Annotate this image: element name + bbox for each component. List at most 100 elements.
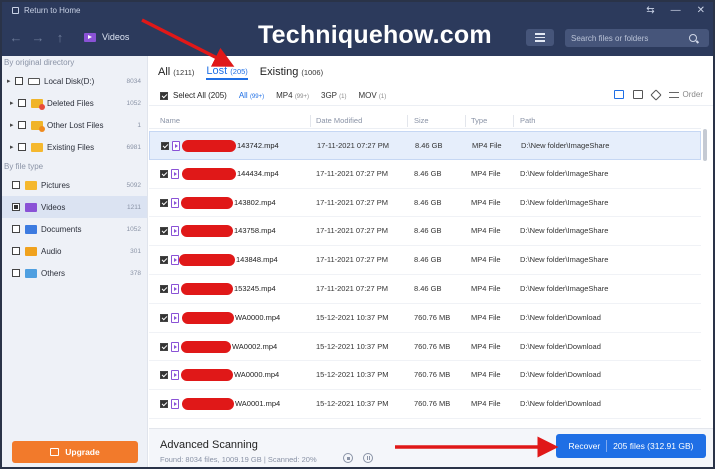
table-row[interactable]: 143848.mp4 17-11-2021 07:27 PM 8.46 GB MP4 … (149, 246, 701, 275)
up-arrow-icon[interactable]: ↑ (52, 30, 68, 45)
sidebar-item-local-disk[interactable]: ▸ Local Disk(D:) 8034 (2, 70, 147, 92)
checkbox[interactable] (12, 269, 20, 277)
breadcrumb[interactable]: Videos (102, 32, 129, 42)
filter-mov[interactable]: MOV (1) (358, 91, 386, 100)
row-checkbox[interactable] (160, 342, 168, 351)
table-row[interactable]: 143802.mp4 17-11-2021 07:27 PM 8.46 GB MP4 … (149, 189, 701, 218)
row-checkbox[interactable] (160, 400, 168, 409)
table-row[interactable]: WA0000.mp4 15-12-2021 10:37 PM 760.76 MB MP… (149, 304, 701, 333)
row-checkbox[interactable] (160, 198, 168, 207)
select-all-checkbox[interactable] (160, 91, 168, 100)
search-icon[interactable] (689, 34, 697, 42)
sidebar-item-documents[interactable]: Documents 1052 (2, 218, 147, 240)
forward-arrow-icon[interactable]: → (30, 30, 46, 45)
sidebar-item-videos[interactable]: Videos 1211 (2, 196, 147, 218)
expand-caret-icon[interactable]: ▸ (7, 77, 15, 85)
tab-lost[interactable]: Lost (205) (206, 65, 248, 80)
file-path: D:\New folder\ImageShare (520, 226, 609, 236)
file-path: D:\New folder\Download (520, 399, 601, 409)
file-name: 143742.mp4 (237, 141, 279, 150)
sidebar-item-others[interactable]: Others 378 (2, 262, 147, 284)
list-view-icon[interactable] (613, 90, 624, 99)
grid-view-icon[interactable] (632, 90, 643, 99)
file-size: 8.46 GB (414, 255, 442, 265)
column-name[interactable]: Name (160, 116, 180, 125)
recover-summary: 205 files (312.91 GB) (613, 441, 694, 451)
row-checkbox[interactable] (161, 142, 169, 150)
column-size[interactable]: Size (414, 116, 429, 125)
row-checkbox[interactable] (160, 227, 168, 236)
tab-existing[interactable]: Existing (1006) (260, 66, 323, 78)
sidebar-item-existing-files[interactable]: ▸ Existing Files 6981 (2, 136, 147, 158)
expand-caret-icon[interactable]: ▸ (10, 121, 18, 129)
filter-all[interactable]: All (99+) (239, 91, 264, 100)
scrollbar[interactable] (703, 129, 707, 161)
table-row[interactable]: WA0000.mp4 15-12-2021 10:37 PM 760.76 MB MP… (149, 361, 701, 391)
recover-button[interactable]: Recover 205 files (312.91 GB) (556, 434, 706, 458)
order-button[interactable]: Order (668, 90, 703, 99)
sidebar-item-count: 5092 (126, 181, 141, 189)
checkbox[interactable] (12, 247, 20, 255)
expand-caret-icon[interactable]: ▸ (10, 143, 18, 151)
advanced-scanning-title: Advanced Scanning (160, 439, 258, 451)
checkbox[interactable] (12, 225, 20, 233)
table-header: Name Date Modified Size Type Path (149, 113, 701, 129)
row-checkbox[interactable] (160, 169, 168, 178)
row-checkbox[interactable] (160, 371, 168, 380)
pause-scan-icon[interactable] (363, 453, 373, 463)
stop-scan-icon[interactable] (343, 453, 353, 463)
row-checkbox[interactable] (160, 256, 168, 265)
close-icon[interactable]: ✕ (697, 5, 705, 16)
file-name: 143802.mp4 (234, 197, 276, 207)
row-checkbox[interactable] (160, 313, 168, 322)
file-size: 8.46 GB (415, 141, 443, 150)
checkbox[interactable] (18, 121, 26, 129)
redaction-mark (179, 254, 235, 267)
menu-button[interactable] (526, 29, 554, 46)
sort-icon (668, 91, 679, 98)
sidebar-item-other-lost-files[interactable]: ▸ Other Lost Files 1 (2, 114, 147, 136)
sidebar-item-pictures[interactable]: Pictures 5092 (2, 174, 147, 196)
table-row[interactable]: WA0001.mp4 15-12-2021 10:37 PM 760.76 MB MP… (149, 390, 701, 419)
redaction-mark (182, 140, 236, 152)
select-all-label[interactable]: Select All (205) (173, 91, 227, 100)
checkbox[interactable] (12, 203, 20, 211)
row-checkbox[interactable] (160, 284, 168, 293)
upgrade-icon (50, 448, 60, 456)
expand-caret-icon[interactable]: ▸ (10, 99, 18, 107)
search-input[interactable] (571, 33, 689, 43)
file-list: 143742.mp4 17-11-2021 07:27 PM 8.46 GB MP4 … (149, 131, 701, 419)
redaction-mark (181, 369, 233, 382)
file-path: D:\New folder\ImageShare (520, 255, 609, 265)
filter-mp4[interactable]: MP4 (99+) (276, 91, 309, 100)
table-row[interactable]: 144434.mp4 17-11-2021 07:27 PM 8.46 GB MP4 … (149, 160, 701, 189)
minimize-icon[interactable]: — (671, 5, 681, 16)
file-name: 143758.mp4 (234, 226, 276, 236)
tab-all[interactable]: All (1211) (158, 66, 194, 78)
table-row[interactable]: 143742.mp4 17-11-2021 07:27 PM 8.46 GB MP4 … (149, 131, 701, 160)
column-path[interactable]: Path (520, 116, 535, 125)
return-home-link[interactable]: Return to Home (24, 6, 80, 15)
column-type[interactable]: Type (471, 116, 487, 125)
checkbox[interactable] (15, 77, 23, 85)
table-row[interactable]: 153245.mp4 17-11-2021 07:27 PM 8.46 GB MP4 … (149, 275, 701, 304)
sidebar-item-audio[interactable]: Audio 301 (2, 240, 147, 262)
file-path: D:\New folder\Download (520, 312, 601, 322)
upgrade-button[interactable]: Upgrade (12, 441, 138, 463)
sidebar-item-deleted-files[interactable]: ▸ Deleted Files 1052 (2, 92, 147, 114)
file-path: D:\New folder\ImageShare (520, 168, 609, 178)
home-icon[interactable] (12, 6, 19, 14)
share-icon[interactable]: ⇆ (646, 5, 654, 16)
search-box[interactable] (565, 29, 709, 47)
column-date-modified[interactable]: Date Modified (316, 116, 362, 125)
file-date: 17-11-2021 07:27 PM (316, 197, 388, 207)
table-row[interactable]: 143758.mp4 17-11-2021 07:27 PM 8.46 GB MP4 … (149, 217, 701, 247)
video-file-icon (171, 226, 179, 237)
checkbox[interactable] (18, 99, 26, 107)
checkbox[interactable] (12, 181, 20, 189)
table-row[interactable]: WA0002.mp4 15-12-2021 10:37 PM 760.76 MB MP… (149, 333, 701, 362)
tag-icon[interactable] (649, 88, 662, 101)
back-arrow-icon[interactable]: ← (8, 30, 24, 45)
filter-3gp[interactable]: 3GP (1) (321, 91, 346, 100)
checkbox[interactable] (18, 143, 26, 151)
